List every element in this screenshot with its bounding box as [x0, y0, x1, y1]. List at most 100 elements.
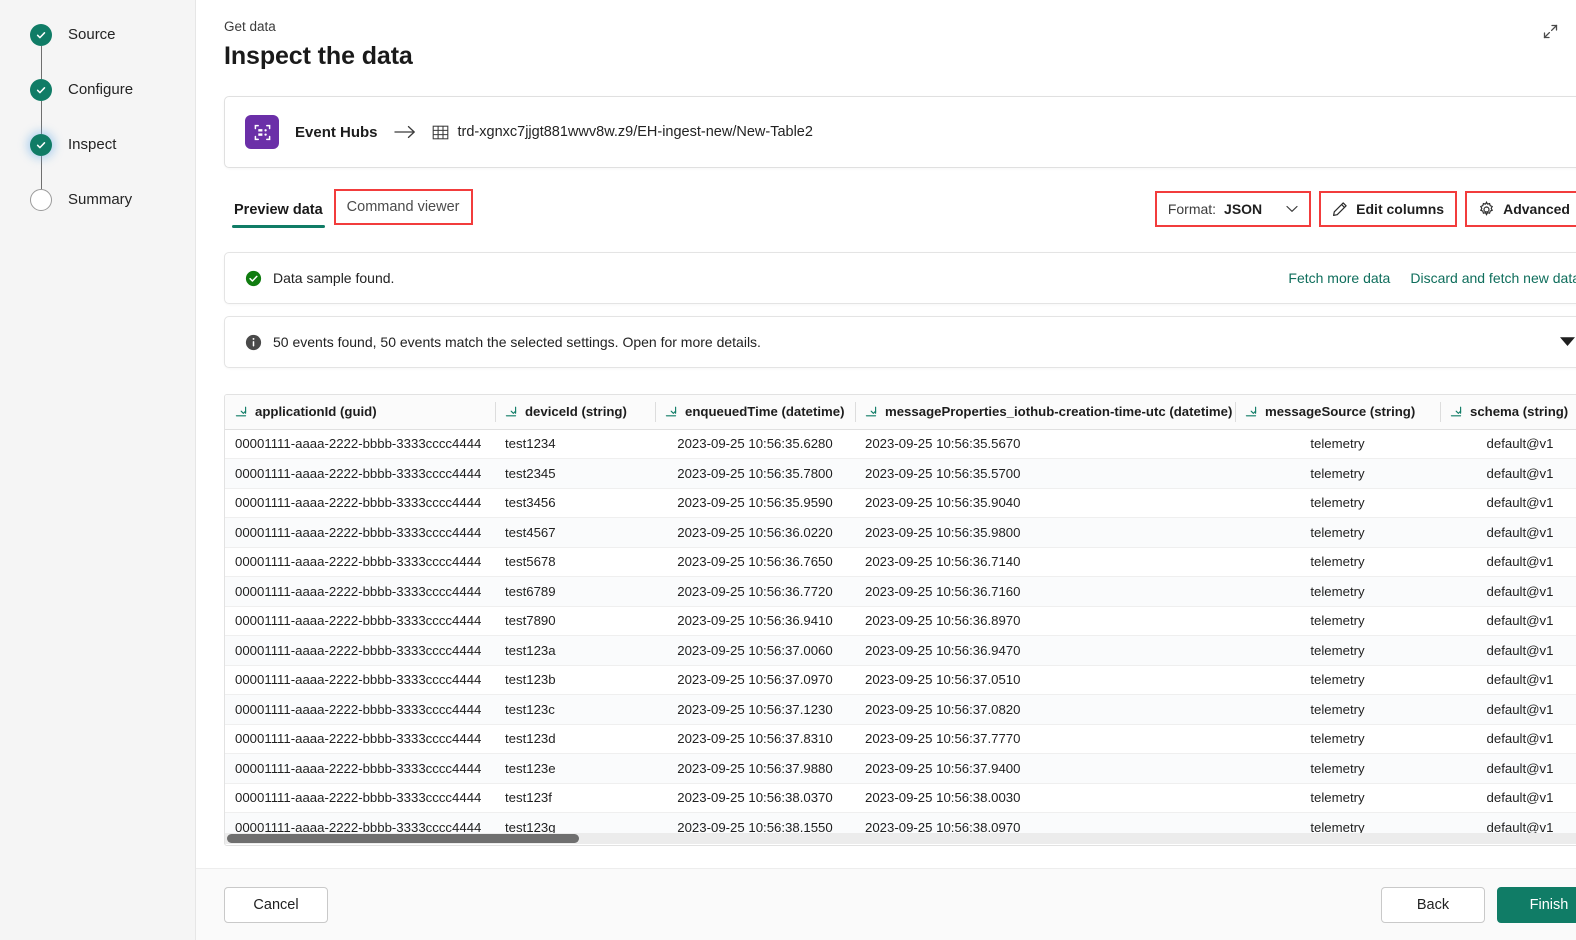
- edit-columns-button[interactable]: Edit columns: [1319, 191, 1458, 227]
- table-cell: 00001111-aaaa-2222-bbbb-3333cccc4444: [225, 753, 495, 784]
- table-cell: 00001111-aaaa-2222-bbbb-3333cccc4444: [225, 694, 495, 725]
- page-header: Get data Inspect the data: [196, 0, 1576, 73]
- table-cell: 2023-09-25 10:56:36.7160: [855, 576, 1235, 607]
- step-status-icon: [30, 134, 52, 156]
- expand-icon[interactable]: [1535, 16, 1565, 46]
- table-row[interactable]: 00001111-aaaa-2222-bbbb-3333cccc4444 test…: [225, 547, 1576, 577]
- breadcrumb: Get data: [224, 19, 276, 34]
- table-cell: telemetry: [1235, 547, 1440, 577]
- advanced-button[interactable]: Advanced: [1465, 191, 1576, 227]
- data-grid-header: applicationId (guid) deviceId (string) enq…: [225, 395, 1576, 430]
- table-cell: 00001111-aaaa-2222-bbbb-3333cccc4444: [225, 635, 495, 666]
- wizard-footer: Cancel Back Finish: [196, 868, 1576, 940]
- tab-command-viewer[interactable]: Command viewer: [333, 189, 473, 225]
- table-row[interactable]: 00001111-aaaa-2222-bbbb-3333cccc4444 test…: [225, 517, 1576, 548]
- data-sample-status-bar: Data sample found. Fetch more data Disca…: [224, 252, 1576, 304]
- table-cell: default@v1: [1440, 635, 1576, 666]
- table-cell: 2023-09-25 10:56:35.9800: [855, 517, 1235, 548]
- sidebar-step-inspect[interactable]: Inspect: [30, 134, 195, 189]
- column-header-2[interactable]: enqueuedTime (datetime): [655, 395, 855, 430]
- table-cell: default@v1: [1440, 458, 1576, 489]
- back-button[interactable]: Back: [1381, 886, 1485, 923]
- column-header-3[interactable]: messageProperties_iothub-creation-time-u…: [855, 395, 1235, 430]
- table-cell: test6789: [495, 576, 655, 607]
- table-cell: 2023-09-25 10:56:37.0060: [655, 635, 855, 666]
- source-name: Event Hubs: [295, 123, 378, 141]
- table-cell: default@v1: [1440, 783, 1576, 813]
- table-cell: default@v1: [1440, 606, 1576, 636]
- table-cell: test5678: [495, 547, 655, 577]
- table-row[interactable]: 00001111-aaaa-2222-bbbb-3333cccc4444 test…: [225, 665, 1576, 695]
- table-cell: 00001111-aaaa-2222-bbbb-3333cccc4444: [225, 517, 495, 548]
- chevron-down-filled-icon[interactable]: [1555, 331, 1576, 354]
- table-cell: test2345: [495, 458, 655, 489]
- column-header-0[interactable]: applicationId (guid): [225, 395, 495, 430]
- table-cell: telemetry: [1235, 694, 1440, 725]
- table-cell: 00001111-aaaa-2222-bbbb-3333cccc4444: [225, 458, 495, 489]
- column-type-icon: [665, 405, 678, 418]
- chevron-down-icon: [1286, 205, 1298, 213]
- table-cell: 2023-09-25 10:56:37.0970: [655, 665, 855, 695]
- sidebar-step-configure[interactable]: Configure: [30, 79, 195, 134]
- sidebar-step-summary[interactable]: Summary: [30, 189, 195, 244]
- table-row[interactable]: 00001111-aaaa-2222-bbbb-3333cccc4444 test…: [225, 753, 1576, 784]
- table-cell: 00001111-aaaa-2222-bbbb-3333cccc4444: [225, 488, 495, 518]
- sidebar-step-source[interactable]: Source: [30, 24, 195, 79]
- table-row[interactable]: 00001111-aaaa-2222-bbbb-3333cccc4444 test…: [225, 458, 1576, 489]
- tabs-and-toolbar: Preview data Command viewer Format: JSON …: [224, 188, 1576, 230]
- events-info-bar[interactable]: 50 events found, 50 events match the sel…: [224, 316, 1576, 368]
- column-header-4[interactable]: messageSource (string): [1235, 395, 1440, 430]
- table-row[interactable]: 00001111-aaaa-2222-bbbb-3333cccc4444 test…: [225, 635, 1576, 666]
- table-cell: default@v1: [1440, 517, 1576, 548]
- column-header-label: messageSource (string): [1265, 404, 1416, 420]
- horizontal-scrollbar[interactable]: [225, 833, 1576, 844]
- table-row[interactable]: 00001111-aaaa-2222-bbbb-3333cccc4444 test…: [225, 488, 1576, 518]
- table-row[interactable]: 00001111-aaaa-2222-bbbb-3333cccc4444 test…: [225, 724, 1576, 754]
- table-cell: default@v1: [1440, 665, 1576, 695]
- cancel-button[interactable]: Cancel: [224, 886, 328, 923]
- table-row[interactable]: 00001111-aaaa-2222-bbbb-3333cccc4444 test…: [225, 694, 1576, 725]
- table-cell: 00001111-aaaa-2222-bbbb-3333cccc4444: [225, 429, 495, 459]
- destination-path: trd-xgnxc7jjgt881wwv8w.z9/EH-ingest-new/…: [457, 124, 813, 140]
- column-type-icon: [505, 405, 518, 418]
- table-row[interactable]: 00001111-aaaa-2222-bbbb-3333cccc4444 test…: [225, 429, 1576, 459]
- table-cell: 2023-09-25 10:56:38.0370: [655, 783, 855, 813]
- column-header-label: messageProperties_iothub-creation-time-u…: [885, 404, 1233, 420]
- table-cell: default@v1: [1440, 694, 1576, 725]
- table-cell: 2023-09-25 10:56:37.0510: [855, 665, 1235, 695]
- tab-preview-data[interactable]: Preview data: [224, 200, 333, 230]
- finish-button[interactable]: Finish: [1497, 886, 1576, 923]
- format-dropdown[interactable]: Format: JSON: [1154, 191, 1312, 227]
- step-status-icon: [30, 189, 52, 211]
- table-cell: 2023-09-25 10:56:37.7770: [855, 724, 1235, 754]
- table-cell: 2023-09-25 10:56:36.9470: [855, 635, 1235, 666]
- status-left: Data sample found.: [245, 270, 394, 287]
- column-header-label: deviceId (string): [525, 404, 627, 420]
- source-destination-card: Event Hubs trd-xgnxc7jjgt881wwv8w.z9/EH-…: [224, 96, 1576, 168]
- table-cell: 2023-09-25 10:56:36.7140: [855, 547, 1235, 577]
- sidebar-step-label: Inspect: [68, 136, 117, 153]
- table-cell: 2023-09-25 10:56:35.9040: [855, 488, 1235, 518]
- table-cell: telemetry: [1235, 458, 1440, 489]
- column-header-5[interactable]: schema (string): [1440, 395, 1576, 430]
- table-cell: test4567: [495, 517, 655, 548]
- table-row[interactable]: 00001111-aaaa-2222-bbbb-3333cccc4444 test…: [225, 576, 1576, 607]
- table-cell: default@v1: [1440, 488, 1576, 518]
- status-links: Fetch more data Discard and fetch new da…: [1288, 270, 1576, 286]
- table-row[interactable]: 00001111-aaaa-2222-bbbb-3333cccc4444 test…: [225, 783, 1576, 813]
- column-type-icon: [865, 405, 878, 418]
- step-connector: [40, 156, 43, 189]
- table-row[interactable]: 00001111-aaaa-2222-bbbb-3333cccc4444 test…: [225, 606, 1576, 636]
- fetch-more-data-link[interactable]: Fetch more data: [1288, 270, 1390, 286]
- horizontal-scrollbar-thumb[interactable]: [227, 834, 579, 843]
- table-cell: test7890: [495, 606, 655, 636]
- page-title: Inspect the data: [224, 42, 413, 70]
- discard-and-fetch-link[interactable]: Discard and fetch new data: [1410, 270, 1576, 286]
- table-cell: test3456: [495, 488, 655, 518]
- tab-list: Preview data Command viewer: [224, 188, 473, 230]
- column-header-1[interactable]: deviceId (string): [495, 395, 655, 430]
- column-type-icon: [1245, 405, 1258, 418]
- table-cell: default@v1: [1440, 576, 1576, 607]
- table-cell: telemetry: [1235, 635, 1440, 666]
- table-cell: telemetry: [1235, 753, 1440, 784]
